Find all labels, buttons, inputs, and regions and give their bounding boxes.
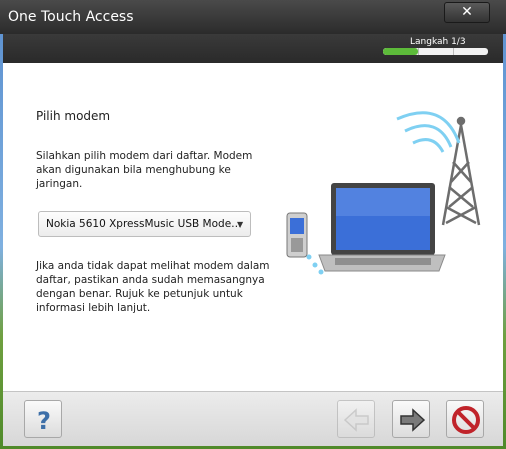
content-panel: Pilih modem Silahkan pilih modem dari da… bbox=[3, 63, 503, 391]
help-glyph: ? bbox=[37, 407, 51, 435]
back-button[interactable] bbox=[337, 400, 375, 438]
help-text: Jika anda tidak dapat melihat modem dala… bbox=[36, 260, 270, 314]
wizard-footer: ? bbox=[3, 391, 503, 446]
wizard-window: One Touch Access ✕ Langkah 1/3 Pilih mod… bbox=[0, 0, 506, 449]
close-button[interactable]: ✕ bbox=[444, 2, 490, 23]
phone-icon bbox=[286, 212, 308, 258]
tower-icon bbox=[441, 116, 481, 226]
help-button[interactable]: ? bbox=[24, 400, 62, 438]
step-label: Langkah 1/3 bbox=[410, 37, 466, 47]
page-title: Pilih modem bbox=[36, 109, 111, 123]
modem-select[interactable]: Nokia 5610 XpressMusic USB Mode… ▼ bbox=[38, 211, 251, 237]
step-indicator-bar: Langkah 1/3 bbox=[3, 34, 503, 63]
signal-waves-icon bbox=[396, 111, 461, 153]
step-progress-fill bbox=[383, 48, 418, 55]
progress-divider bbox=[453, 48, 454, 55]
instruction-text: Silahkan pilih modem dari daftar. Modem … bbox=[36, 150, 253, 190]
title-bar[interactable]: One Touch Access ✕ bbox=[0, 0, 506, 34]
close-icon: ✕ bbox=[461, 4, 473, 20]
cancel-button[interactable] bbox=[446, 400, 484, 438]
window-title: One Touch Access bbox=[8, 9, 134, 25]
next-button[interactable] bbox=[392, 400, 430, 438]
prohibited-icon bbox=[452, 406, 480, 434]
right-arrow-icon bbox=[400, 408, 426, 432]
step-progress-bar bbox=[383, 48, 488, 55]
modem-select-value: Nokia 5610 XpressMusic USB Mode… bbox=[46, 218, 242, 230]
question-mark-icon: ? bbox=[37, 407, 51, 435]
laptop-icon bbox=[318, 183, 446, 272]
chevron-down-icon: ▼ bbox=[237, 220, 244, 229]
progress-divider bbox=[418, 48, 419, 55]
modem-connection-illustration bbox=[286, 111, 481, 275]
left-arrow-icon bbox=[343, 408, 369, 432]
